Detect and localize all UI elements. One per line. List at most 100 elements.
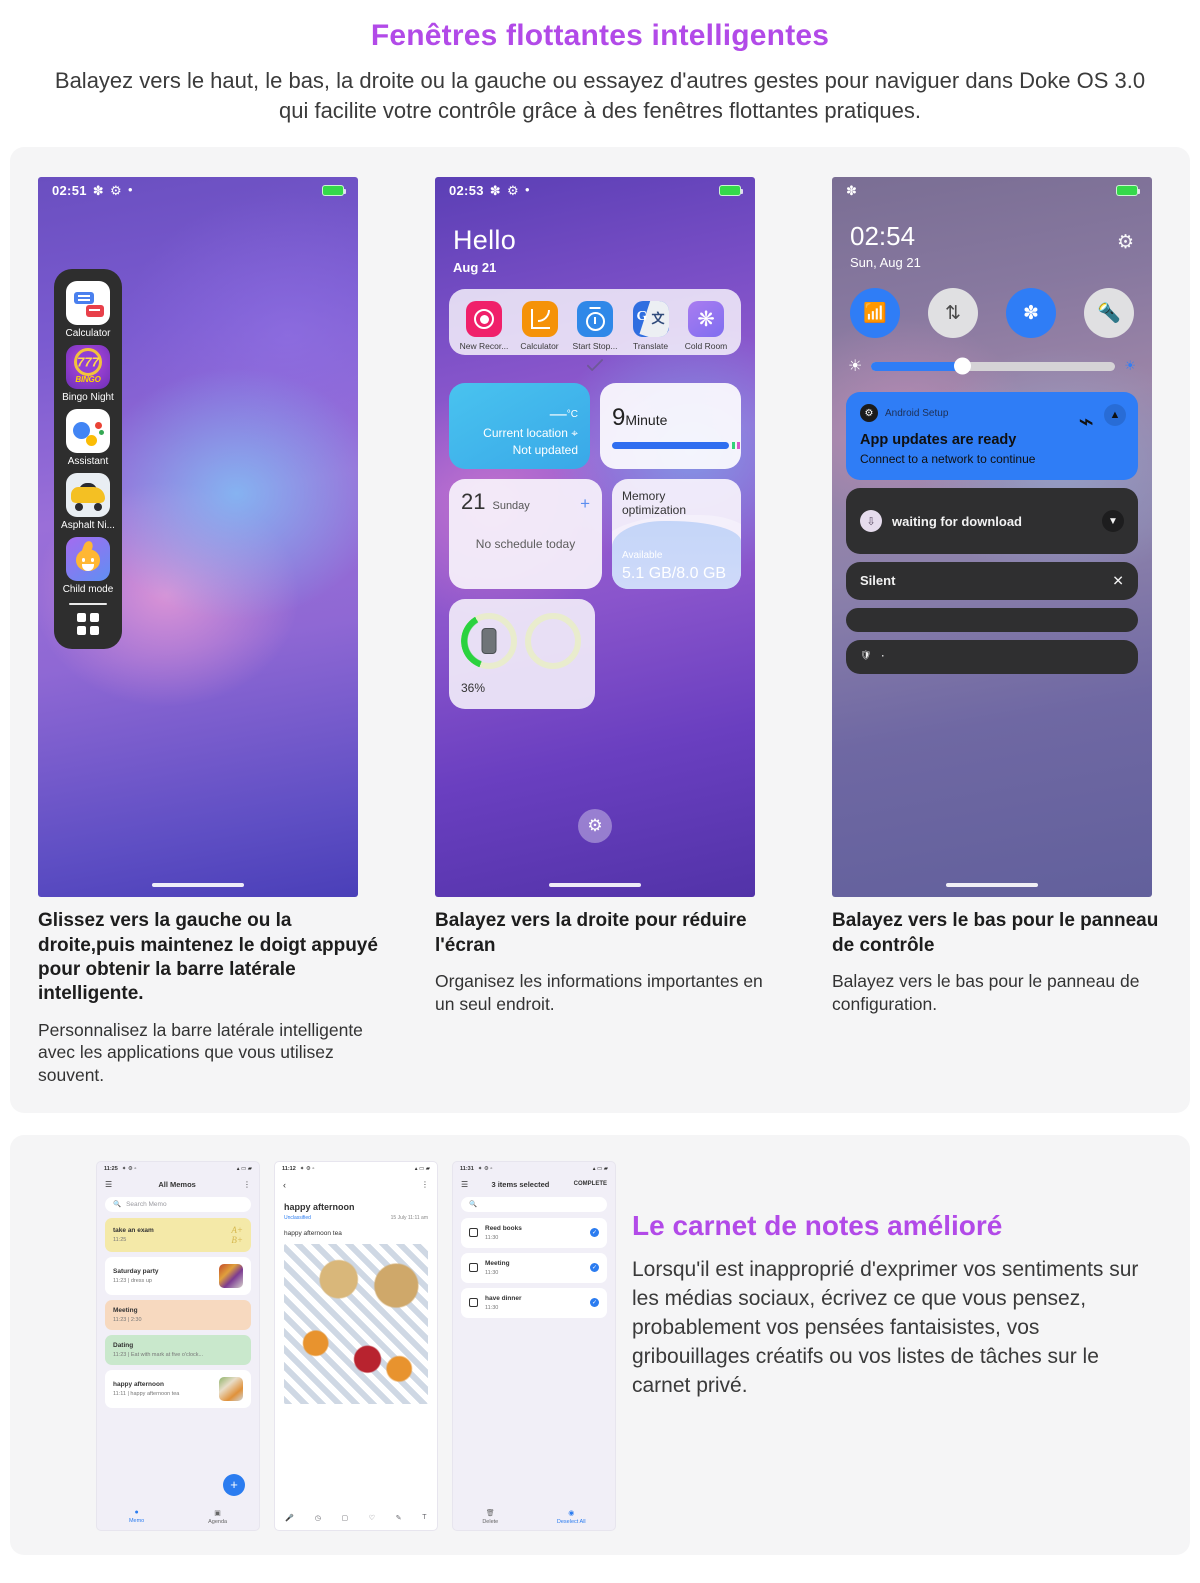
list-item[interactable]: Saturday party 11:23 | dress up bbox=[105, 1256, 251, 1295]
smart-sidebar[interactable]: Calculator 777 BINGO Bingo Night Assistan… bbox=[54, 269, 122, 650]
notebook-text-block: Le carnet de notes amélioré Lorsqu'il es… bbox=[632, 1161, 1152, 1401]
brightness-high-icon: ☀ bbox=[1124, 358, 1136, 374]
table-row[interactable]: have dinner 11:30 ✓ bbox=[461, 1287, 607, 1318]
android-setup-icon: ⚙ bbox=[860, 404, 878, 423]
stopwatch-icon bbox=[577, 301, 613, 338]
shortcut-label: Calculator bbox=[520, 341, 559, 352]
signal-icons: ▴ ▭ ▰ bbox=[592, 1165, 608, 1172]
notification-shield[interactable]: 🛡 · bbox=[846, 640, 1138, 675]
gear-icon: ⚙ bbox=[506, 182, 519, 198]
pen-icon[interactable]: ✎ bbox=[396, 1514, 402, 1522]
timer-widget[interactable]: 9Minute bbox=[600, 383, 741, 470]
plus-icon[interactable]: + bbox=[580, 494, 590, 514]
shortcut-stopwatch[interactable]: Start Stop... bbox=[568, 301, 622, 351]
brightness-slider-row[interactable]: ☀ ☀ bbox=[832, 338, 1152, 376]
tag-icon[interactable]: ♡ bbox=[369, 1514, 375, 1522]
greeting-block: Hello Aug 21 bbox=[435, 203, 755, 275]
clock-icon[interactable]: ◷ bbox=[315, 1514, 321, 1522]
status-bar: ✽ bbox=[832, 177, 1152, 203]
calendar-widget[interactable]: 21 Sunday + No schedule today bbox=[449, 479, 602, 590]
location-pin-icon: ⌖ bbox=[571, 426, 578, 441]
list-item[interactable]: Meeting 11:23 | 2:30 bbox=[105, 1299, 251, 1330]
chevron-down-icon[interactable]: ▼ bbox=[1102, 510, 1124, 533]
delete-button[interactable]: 🗑 Delete bbox=[482, 1509, 498, 1525]
notification-app-name: Android Setup bbox=[885, 407, 949, 419]
selected-check-icon[interactable]: ✓ bbox=[590, 1228, 599, 1238]
caption-title: Glissez vers la gauche ou la droite,puis… bbox=[38, 910, 378, 1005]
image-icon[interactable]: ▢ bbox=[342, 1514, 349, 1522]
brightness-fill bbox=[871, 361, 962, 371]
status-time: 11:25 bbox=[104, 1165, 118, 1172]
timer-value: 9 bbox=[612, 403, 626, 431]
notification-list: ⚙ Android Setup ⌁ ▲ App updates are read… bbox=[832, 376, 1152, 675]
weather-value: — bbox=[549, 404, 567, 424]
list-item[interactable]: happy afternoon 11:11 | happy afternoon … bbox=[105, 1369, 251, 1408]
wifi-off-icon: ⌁ bbox=[1078, 406, 1094, 437]
sidebar-app-child-mode[interactable]: Child mode bbox=[54, 537, 122, 595]
status-time: 11:31 bbox=[460, 1165, 474, 1172]
list-item[interactable]: Dating 11:23 | Eat with mark at five o'c… bbox=[105, 1334, 251, 1365]
wifi-toggle[interactable]: 📶 bbox=[850, 288, 900, 339]
shortcuts-expand-row[interactable] bbox=[449, 354, 741, 373]
table-row[interactable]: Meeting 11:30 ✓ bbox=[461, 1252, 607, 1283]
gear-icon[interactable]: ⚙ bbox=[578, 809, 612, 844]
shortcut-calculator[interactable]: Calculator bbox=[513, 301, 567, 351]
shortcut-new-record[interactable]: New Recor... bbox=[457, 301, 511, 351]
caption-title: Balayez vers la droite pour réduire l'éc… bbox=[435, 910, 747, 956]
search-input[interactable]: 🔍 Search Memo bbox=[105, 1196, 251, 1212]
bluetooth-toggle[interactable]: ✽ bbox=[1006, 288, 1056, 339]
home-indicator bbox=[946, 883, 1038, 888]
nav-item-agenda[interactable]: ▣ Agenda bbox=[208, 1509, 227, 1525]
search-input[interactable]: 🔍 bbox=[461, 1196, 607, 1212]
selected-check-icon[interactable]: ✓ bbox=[590, 1263, 599, 1273]
sidebar-app-asphalt[interactable]: Asphalt Ni... bbox=[54, 473, 122, 531]
notification-placeholder[interactable] bbox=[846, 608, 1138, 633]
overflow-menu-icon[interactable]: ⋮ bbox=[243, 1180, 251, 1189]
selected-check-icon[interactable]: ✓ bbox=[590, 1298, 599, 1308]
shortcut-cold-room[interactable]: ❋ Cold Room bbox=[679, 301, 733, 351]
all-apps-grid-icon[interactable] bbox=[77, 613, 99, 636]
sidebar-app-bingo[interactable]: 777 BINGO Bingo Night bbox=[54, 345, 122, 403]
brightness-knob[interactable] bbox=[954, 357, 972, 375]
note-photo bbox=[284, 1243, 428, 1404]
gear-icon[interactable]: ⚙ bbox=[1117, 231, 1134, 254]
close-icon[interactable]: ✕ bbox=[1112, 573, 1124, 590]
add-memo-button[interactable]: + bbox=[223, 1473, 245, 1496]
selection-app-bar: ☰ 3 items selected COMPLETE bbox=[453, 1174, 615, 1193]
complete-button[interactable]: COMPLETE bbox=[574, 1181, 607, 1187]
battery-widget[interactable]: 36% bbox=[449, 599, 595, 710]
memo-meta: 11:23 | 2:30 bbox=[113, 1316, 142, 1323]
table-row[interactable]: Reed books 11:30 ✓ bbox=[461, 1217, 607, 1248]
shortcut-translate[interactable]: G 文 Translate bbox=[624, 301, 678, 351]
mobile-data-toggle[interactable]: ⇅ bbox=[928, 288, 978, 339]
battery-icon bbox=[322, 184, 346, 196]
shortcut-label: Start Stop... bbox=[572, 341, 618, 352]
sidebar-app-assistant[interactable]: Assistant bbox=[54, 409, 122, 467]
nav-item-memo[interactable]: ● Memo bbox=[129, 1509, 144, 1524]
status-icons: ✦ ⚙ ▫ bbox=[477, 1165, 493, 1172]
note-body-text[interactable]: happy afternoon tea bbox=[275, 1221, 437, 1237]
chevron-down-icon[interactable] bbox=[586, 354, 604, 372]
weather-widget[interactable]: —°C Current location ⌖ Not updated bbox=[449, 383, 590, 470]
back-arrow-icon[interactable]: ‹ bbox=[283, 1180, 286, 1190]
brightness-track[interactable] bbox=[871, 357, 1116, 375]
search-icon: 🔍 bbox=[469, 1201, 478, 1209]
checkbox[interactable] bbox=[469, 1263, 478, 1273]
memory-title: Memory optimization bbox=[622, 489, 687, 518]
text-icon[interactable]: T bbox=[422, 1514, 426, 1521]
sidebar-app-calculator[interactable]: Calculator bbox=[54, 281, 122, 339]
flashlight-toggle[interactable]: 🔦 bbox=[1084, 288, 1134, 339]
phone-column-2: 02:53 ✽ ⚙ ● Hello Aug 21 New Recor... Ca… bbox=[435, 177, 765, 1087]
note-classification[interactable]: Unclassified bbox=[284, 1215, 391, 1221]
deselect-all-button[interactable]: ◉ Deselect All bbox=[557, 1509, 586, 1525]
list-item[interactable]: take an exam 11:25 A+ B+ bbox=[105, 1217, 251, 1252]
overflow-menu-icon[interactable]: ⋮ bbox=[421, 1180, 429, 1189]
notification-silent[interactable]: Silent ✕ bbox=[846, 562, 1138, 601]
checkbox[interactable] bbox=[469, 1228, 478, 1238]
chevron-up-icon[interactable]: ▲ bbox=[1104, 404, 1126, 427]
memory-widget[interactable]: Memory optimization Available 5.1 GB/8.0… bbox=[612, 479, 741, 590]
mic-icon[interactable]: 🎤 bbox=[285, 1514, 294, 1522]
notification-download[interactable]: ⇩ waiting for download ▼ bbox=[846, 488, 1138, 555]
notification-android-setup[interactable]: ⚙ Android Setup ⌁ ▲ App updates are read… bbox=[846, 392, 1138, 481]
checkbox[interactable] bbox=[469, 1298, 478, 1308]
